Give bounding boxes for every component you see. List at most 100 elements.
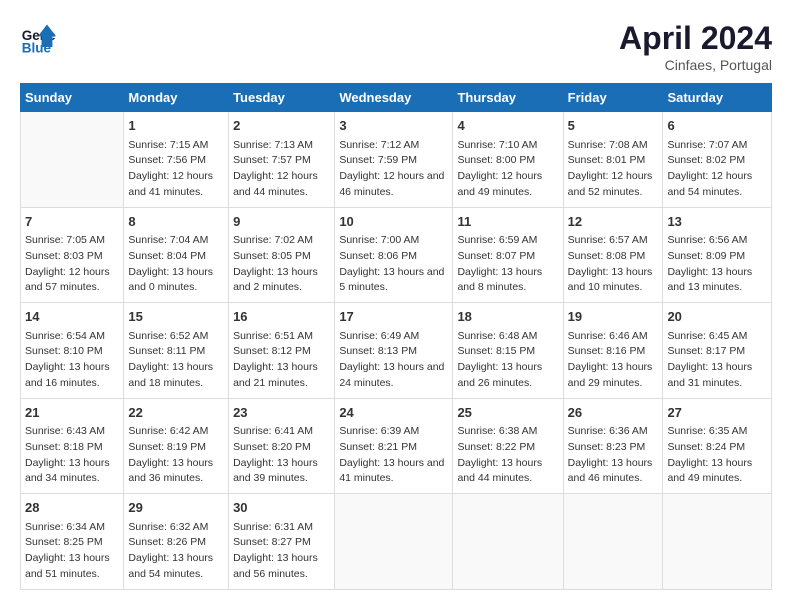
calendar-cell: 1Sunrise: 7:15 AMSunset: 7:56 PMDaylight… [124, 112, 229, 208]
sunrise-label: Sunrise: 6:35 AM [667, 425, 747, 437]
day-info: Sunrise: 6:49 AMSunset: 8:13 PMDaylight:… [339, 329, 448, 392]
calendar-cell: 19Sunrise: 6:46 AMSunset: 8:16 PMDayligh… [563, 303, 663, 399]
calendar-cell: 9Sunrise: 7:02 AMSunset: 8:05 PMDaylight… [229, 207, 335, 303]
daylight-label: Daylight: 13 hours and 0 minutes. [128, 266, 213, 294]
sunset-label: Sunset: 8:08 PM [568, 250, 646, 262]
calendar-cell: 27Sunrise: 6:35 AMSunset: 8:24 PMDayligh… [663, 398, 772, 494]
calendar-cell: 4Sunrise: 7:10 AMSunset: 8:00 PMDaylight… [453, 112, 563, 208]
daylight-label: Daylight: 13 hours and 41 minutes. [339, 457, 444, 485]
weekday-tuesday: Tuesday [229, 84, 335, 112]
calendar-cell: 29Sunrise: 6:32 AMSunset: 8:26 PMDayligh… [124, 494, 229, 590]
sunset-label: Sunset: 8:03 PM [25, 250, 103, 262]
sunset-label: Sunset: 8:21 PM [339, 441, 417, 453]
calendar-cell: 12Sunrise: 6:57 AMSunset: 8:08 PMDayligh… [563, 207, 663, 303]
day-number: 8 [128, 212, 224, 232]
page-header: General Blue April 2024 Cinfaes, Portuga… [20, 20, 772, 73]
sunset-label: Sunset: 7:57 PM [233, 154, 311, 166]
day-number: 30 [233, 498, 330, 518]
sunrise-label: Sunrise: 6:32 AM [128, 521, 208, 533]
daylight-label: Daylight: 13 hours and 21 minutes. [233, 361, 318, 389]
sunset-label: Sunset: 8:20 PM [233, 441, 311, 453]
calendar-cell [335, 494, 453, 590]
sunrise-label: Sunrise: 6:42 AM [128, 425, 208, 437]
daylight-label: Daylight: 13 hours and 51 minutes. [25, 552, 110, 580]
day-number: 4 [457, 116, 558, 136]
calendar-cell: 11Sunrise: 6:59 AMSunset: 8:07 PMDayligh… [453, 207, 563, 303]
logo: General Blue [20, 20, 56, 56]
location: Cinfaes, Portugal [619, 57, 772, 73]
calendar-cell: 5Sunrise: 7:08 AMSunset: 8:01 PMDaylight… [563, 112, 663, 208]
weekday-sunday: Sunday [21, 84, 124, 112]
sunset-label: Sunset: 8:01 PM [568, 154, 646, 166]
daylight-label: Daylight: 13 hours and 13 minutes. [667, 266, 752, 294]
day-number: 14 [25, 307, 119, 327]
sunrise-label: Sunrise: 6:56 AM [667, 234, 747, 246]
day-number: 27 [667, 403, 767, 423]
day-info: Sunrise: 6:45 AMSunset: 8:17 PMDaylight:… [667, 329, 767, 392]
sunrise-label: Sunrise: 6:31 AM [233, 521, 313, 533]
sunrise-label: Sunrise: 6:57 AM [568, 234, 648, 246]
weekday-friday: Friday [563, 84, 663, 112]
day-number: 9 [233, 212, 330, 232]
sunrise-label: Sunrise: 6:34 AM [25, 521, 105, 533]
day-number: 1 [128, 116, 224, 136]
day-number: 10 [339, 212, 448, 232]
calendar-cell: 28Sunrise: 6:34 AMSunset: 8:25 PMDayligh… [21, 494, 124, 590]
daylight-label: Daylight: 13 hours and 16 minutes. [25, 361, 110, 389]
calendar-body: 1Sunrise: 7:15 AMSunset: 7:56 PMDaylight… [21, 112, 772, 590]
day-info: Sunrise: 6:52 AMSunset: 8:11 PMDaylight:… [128, 329, 224, 392]
daylight-label: Daylight: 13 hours and 44 minutes. [457, 457, 542, 485]
day-number: 15 [128, 307, 224, 327]
sunset-label: Sunset: 8:26 PM [128, 536, 206, 548]
day-info: Sunrise: 7:10 AMSunset: 8:00 PMDaylight:… [457, 138, 558, 201]
sunset-label: Sunset: 8:18 PM [25, 441, 103, 453]
sunset-label: Sunset: 8:05 PM [233, 250, 311, 262]
sunset-label: Sunset: 8:24 PM [667, 441, 745, 453]
sunrise-label: Sunrise: 6:38 AM [457, 425, 537, 437]
calendar-cell: 21Sunrise: 6:43 AMSunset: 8:18 PMDayligh… [21, 398, 124, 494]
calendar-week-5: 28Sunrise: 6:34 AMSunset: 8:25 PMDayligh… [21, 494, 772, 590]
sunrise-label: Sunrise: 6:54 AM [25, 330, 105, 342]
daylight-label: Daylight: 12 hours and 46 minutes. [339, 170, 444, 198]
sunset-label: Sunset: 8:00 PM [457, 154, 535, 166]
day-number: 3 [339, 116, 448, 136]
sunset-label: Sunset: 8:10 PM [25, 345, 103, 357]
daylight-label: Daylight: 12 hours and 54 minutes. [667, 170, 752, 198]
day-info: Sunrise: 6:43 AMSunset: 8:18 PMDaylight:… [25, 424, 119, 487]
calendar-cell: 10Sunrise: 7:00 AMSunset: 8:06 PMDayligh… [335, 207, 453, 303]
daylight-label: Daylight: 13 hours and 29 minutes. [568, 361, 653, 389]
day-number: 26 [568, 403, 659, 423]
day-number: 22 [128, 403, 224, 423]
sunset-label: Sunset: 8:27 PM [233, 536, 311, 548]
calendar-cell: 30Sunrise: 6:31 AMSunset: 8:27 PMDayligh… [229, 494, 335, 590]
day-info: Sunrise: 6:59 AMSunset: 8:07 PMDaylight:… [457, 233, 558, 296]
day-info: Sunrise: 6:48 AMSunset: 8:15 PMDaylight:… [457, 329, 558, 392]
sunrise-label: Sunrise: 7:12 AM [339, 139, 419, 151]
sunset-label: Sunset: 8:22 PM [457, 441, 535, 453]
day-number: 12 [568, 212, 659, 232]
sunset-label: Sunset: 8:11 PM [128, 345, 205, 357]
day-info: Sunrise: 6:31 AMSunset: 8:27 PMDaylight:… [233, 520, 330, 583]
daylight-label: Daylight: 13 hours and 18 minutes. [128, 361, 213, 389]
sunrise-label: Sunrise: 7:07 AM [667, 139, 747, 151]
calendar-cell: 7Sunrise: 7:05 AMSunset: 8:03 PMDaylight… [21, 207, 124, 303]
sunset-label: Sunset: 8:23 PM [568, 441, 646, 453]
sunrise-label: Sunrise: 6:51 AM [233, 330, 313, 342]
day-number: 19 [568, 307, 659, 327]
calendar-cell [663, 494, 772, 590]
daylight-label: Daylight: 13 hours and 54 minutes. [128, 552, 213, 580]
sunrise-label: Sunrise: 7:00 AM [339, 234, 419, 246]
day-number: 16 [233, 307, 330, 327]
sunset-label: Sunset: 7:56 PM [128, 154, 206, 166]
day-number: 7 [25, 212, 119, 232]
sunrise-label: Sunrise: 7:02 AM [233, 234, 313, 246]
daylight-label: Daylight: 13 hours and 36 minutes. [128, 457, 213, 485]
day-number: 28 [25, 498, 119, 518]
calendar-cell: 26Sunrise: 6:36 AMSunset: 8:23 PMDayligh… [563, 398, 663, 494]
title-block: April 2024 Cinfaes, Portugal [619, 20, 772, 73]
sunrise-label: Sunrise: 6:48 AM [457, 330, 537, 342]
day-number: 20 [667, 307, 767, 327]
sunrise-label: Sunrise: 6:41 AM [233, 425, 313, 437]
day-info: Sunrise: 6:39 AMSunset: 8:21 PMDaylight:… [339, 424, 448, 487]
daylight-label: Daylight: 13 hours and 39 minutes. [233, 457, 318, 485]
